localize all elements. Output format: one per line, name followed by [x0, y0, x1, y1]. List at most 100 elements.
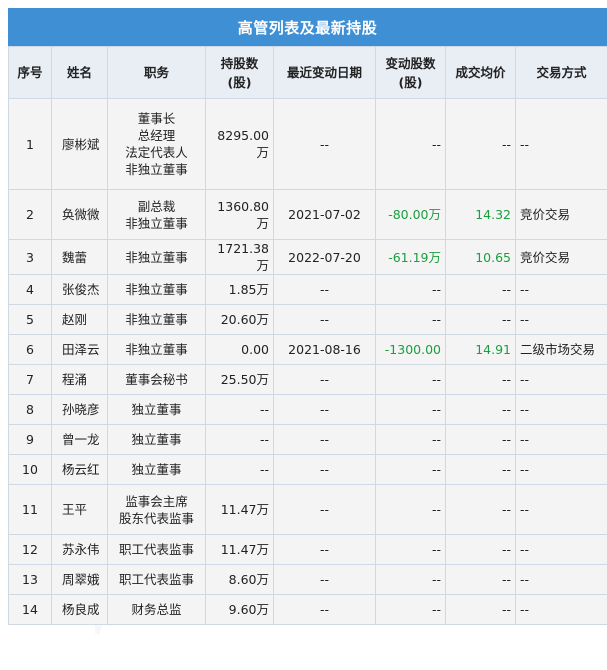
- cell-name: 赵刚: [51, 304, 108, 335]
- table-row: 8 孙晓彦 独立董事 -- -- -- -- --: [8, 394, 607, 425]
- cell-change-date: --: [273, 98, 376, 190]
- cell-change-date: 2021-08-16: [273, 334, 376, 365]
- cell-name: 王平: [51, 484, 108, 535]
- cell-avg-price: --: [445, 564, 516, 595]
- table-row: 7 程涌 董事会秘书 25.50万 -- -- -- --: [8, 364, 607, 395]
- cell-change-date: --: [273, 564, 376, 595]
- cell-change-shares: -61.19万: [375, 239, 446, 275]
- cell-index: 13: [8, 564, 52, 595]
- role-line: 独立董事: [131, 462, 182, 477]
- cell-role: 职工代表监事: [107, 564, 206, 595]
- cell-trade-method: --: [515, 454, 607, 485]
- cell-change-date: 2021-07-02: [273, 189, 376, 240]
- cell-shares: 11.47万: [205, 534, 274, 565]
- cell-change-shares: --: [375, 274, 446, 305]
- role-line: 职工代表监事: [118, 542, 194, 557]
- cell-avg-price: --: [445, 484, 516, 535]
- table-row: 6 田泽云 非独立董事 0.00 2021-08-16 -1300.00 14.91 二级市场…: [8, 334, 607, 365]
- cell-index: 10: [8, 454, 52, 485]
- table-row: 13 周翠娥 职工代表监事 8.60万 -- -- -- --: [8, 564, 607, 595]
- cell-trade-method: --: [515, 98, 607, 190]
- role-line: 股东代表监事: [118, 510, 194, 526]
- role-line: 财务总监: [131, 602, 182, 617]
- header-trade-method: 交易方式: [515, 46, 607, 99]
- cell-avg-price: --: [445, 274, 516, 305]
- role-line: 职工代表监事: [118, 572, 194, 587]
- cell-index: 2: [8, 189, 52, 240]
- cell-change-date: --: [273, 534, 376, 565]
- role-line: 董事会秘书: [125, 372, 188, 387]
- cell-role: 董事会秘书: [107, 364, 206, 395]
- cell-shares: 11.47万: [205, 484, 274, 535]
- cell-role: 非独立董事: [107, 304, 206, 335]
- cell-shares: 1360.80万: [205, 189, 274, 240]
- cell-avg-price: --: [445, 98, 516, 190]
- cell-trade-method: --: [515, 424, 607, 455]
- cell-index: 5: [8, 304, 52, 335]
- cell-change-date: 2022-07-20: [273, 239, 376, 275]
- cell-shares: 8.60万: [205, 564, 274, 595]
- cell-index: 8: [8, 394, 52, 425]
- cell-change-shares: --: [375, 304, 446, 335]
- cell-change-date: --: [273, 594, 376, 625]
- cell-change-shares: -1300.00: [375, 334, 446, 365]
- cell-shares: 0.00: [205, 334, 274, 365]
- cell-role: 独立董事: [107, 394, 206, 425]
- table-row: 3 魏蕾 非独立董事 1721.38万 2022-07-20 -61.19万 10.65 竞价…: [8, 239, 607, 275]
- role-line: 非独立董事: [125, 215, 188, 231]
- cell-role: 监事会主席 股东代表监事: [107, 484, 206, 535]
- cell-change-shares: --: [375, 454, 446, 485]
- table-row: 10 杨云红 独立董事 -- -- -- -- --: [8, 454, 607, 485]
- cell-trade-method: --: [515, 394, 607, 425]
- role-line: 副总裁: [137, 198, 176, 214]
- table-row: 2 奂微微 副总裁 非独立董事 1360.80万 2021-07-02 -80.00万 14.…: [8, 189, 607, 240]
- cell-role: 副总裁 非独立董事: [107, 189, 206, 240]
- cell-shares: 1.85万: [205, 274, 274, 305]
- cell-name: 奂微微: [51, 189, 108, 240]
- cell-trade-method: 竞价交易: [515, 189, 607, 240]
- table-row: 4 张俊杰 非独立董事 1.85万 -- -- -- --: [8, 274, 607, 305]
- cell-name: 张俊杰: [51, 274, 108, 305]
- cell-role: 非独立董事: [107, 239, 206, 275]
- cell-shares: 9.60万: [205, 594, 274, 625]
- cell-shares: 1721.38万: [205, 239, 274, 275]
- cell-avg-price: --: [445, 394, 516, 425]
- cell-change-shares: --: [375, 98, 446, 190]
- cell-change-shares: --: [375, 594, 446, 625]
- role-line: 独立董事: [131, 432, 182, 447]
- cell-change-shares: --: [375, 364, 446, 395]
- cell-change-date: --: [273, 364, 376, 395]
- cell-shares: --: [205, 394, 274, 425]
- cell-trade-method: --: [515, 534, 607, 565]
- cell-trade-method: --: [515, 594, 607, 625]
- cell-name: 魏蕾: [51, 239, 108, 275]
- header-name: 姓名: [51, 46, 108, 99]
- cell-avg-price: --: [445, 454, 516, 485]
- role-line: 独立董事: [131, 402, 182, 417]
- cell-avg-price: --: [445, 594, 516, 625]
- cell-index: 3: [8, 239, 52, 275]
- cell-role: 非独立董事: [107, 274, 206, 305]
- cell-role: 职工代表监事: [107, 534, 206, 565]
- cell-change-date: --: [273, 394, 376, 425]
- cell-role: 独立董事: [107, 454, 206, 485]
- cell-trade-method: --: [515, 304, 607, 335]
- table-row: 11 王平 监事会主席 股东代表监事 11.47万 -- -- -- --: [8, 484, 607, 535]
- cell-trade-method: --: [515, 364, 607, 395]
- cell-change-shares: -80.00万: [375, 189, 446, 240]
- cell-trade-method: --: [515, 274, 607, 305]
- table-row: 14 杨良成 财务总监 9.60万 -- -- -- --: [8, 594, 607, 625]
- cell-index: 7: [8, 364, 52, 395]
- cell-change-date: --: [273, 424, 376, 455]
- table-row: 1 廖彬斌 董事长 总经理 法定代表人 非独立董事 8295.00万 -- -- -- --: [8, 98, 607, 190]
- cell-avg-price: --: [445, 364, 516, 395]
- cell-role: 董事长 总经理 法定代表人 非独立董事: [107, 98, 206, 190]
- cell-name: 孙晓彦: [51, 394, 108, 425]
- cell-role: 非独立董事: [107, 334, 206, 365]
- table-row: 5 赵刚 非独立董事 20.60万 -- -- -- --: [8, 304, 607, 335]
- cell-trade-method: 竞价交易: [515, 239, 607, 275]
- header-change-shares: 变动股数 (股): [375, 46, 446, 99]
- header-index: 序号: [8, 46, 52, 99]
- cell-index: 14: [8, 594, 52, 625]
- cell-avg-price: --: [445, 534, 516, 565]
